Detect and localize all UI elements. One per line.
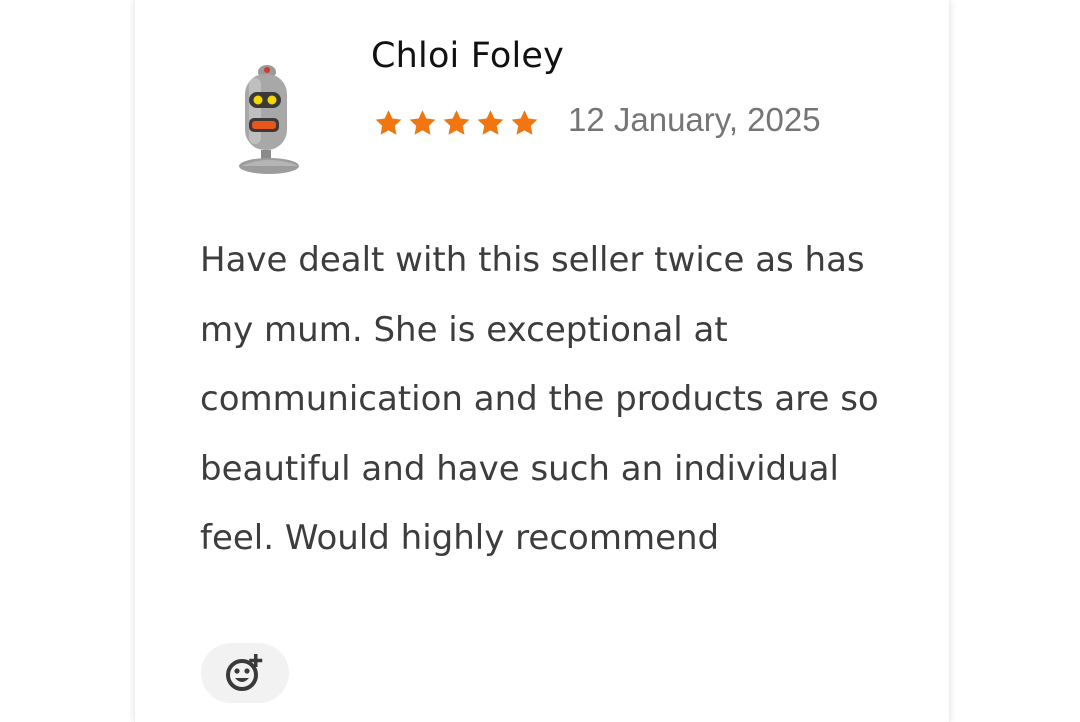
add-reaction-button[interactable] bbox=[201, 643, 289, 703]
star-icon bbox=[443, 110, 470, 135]
review-card: Chloi Foley 12 January, 2025 Have dealt … bbox=[134, 0, 950, 722]
reviewer-name: Chloi Foley bbox=[371, 36, 565, 76]
star-icon bbox=[477, 110, 504, 135]
star-rating bbox=[373, 108, 540, 138]
robot-avatar-icon bbox=[239, 65, 299, 174]
star-icon bbox=[375, 110, 402, 135]
review-text: Have dealt with this seller twice as has… bbox=[200, 240, 879, 558]
review-date: 12 January, 2025 bbox=[568, 101, 821, 138]
page: Chloi Foley 12 January, 2025 Have dealt … bbox=[0, 0, 1080, 722]
add-reaction-icon bbox=[226, 654, 263, 691]
star-icon bbox=[409, 110, 436, 135]
reviewer-avatar[interactable] bbox=[231, 58, 311, 178]
star-icon bbox=[511, 110, 538, 135]
